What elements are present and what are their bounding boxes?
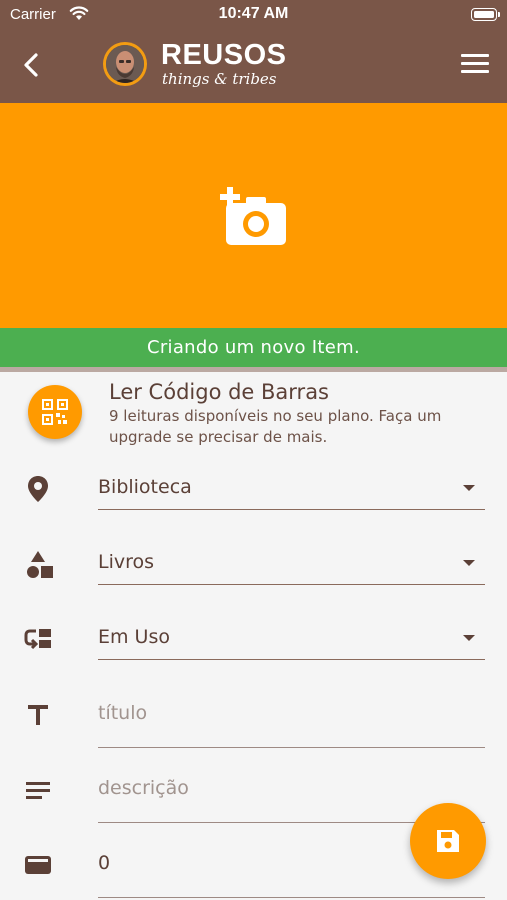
- chevron-down-icon: [463, 560, 475, 566]
- description-placeholder: descrição: [98, 777, 189, 799]
- status-bar: Carrier 10:47 AM: [0, 0, 507, 30]
- title-input[interactable]: título: [98, 696, 485, 748]
- menu-line: [461, 54, 489, 57]
- save-button[interactable]: [410, 803, 486, 879]
- user-photo: [106, 45, 144, 83]
- location-value: Biblioteca: [98, 476, 192, 498]
- chevron-down-icon: [463, 635, 475, 641]
- banner-divider: [0, 367, 507, 372]
- category-value: Livros: [98, 551, 155, 573]
- menu-line: [461, 62, 489, 65]
- add-camera-icon: [220, 187, 286, 245]
- qr-code-icon: [42, 399, 68, 425]
- barcode-title[interactable]: Ler Código de Barras: [109, 380, 329, 404]
- add-photo-button[interactable]: [218, 183, 288, 249]
- app-header: REUSOS things & tribes: [0, 30, 507, 103]
- hamburger-menu-button[interactable]: [461, 54, 489, 78]
- title-placeholder: título: [98, 702, 148, 724]
- location-pin-icon: [22, 472, 56, 506]
- back-button[interactable]: [14, 47, 50, 83]
- location-select[interactable]: Biblioteca: [98, 470, 485, 510]
- status-banner: Criando um novo Item.: [0, 328, 507, 367]
- floppy-disk-icon: [437, 830, 459, 852]
- price-value: 0: [98, 852, 111, 874]
- status-select[interactable]: Em Uso: [98, 620, 485, 660]
- text-lines-icon: [22, 774, 56, 808]
- battery-icon: [471, 8, 500, 21]
- category-shapes-icon: [22, 548, 56, 582]
- menu-line: [461, 70, 489, 73]
- clock: 10:47 AM: [218, 5, 289, 22]
- chevron-down-icon: [463, 485, 475, 491]
- brand-subtitle: things & tribes: [162, 70, 277, 88]
- chevron-left-icon: [24, 53, 38, 77]
- photo-area[interactable]: [0, 103, 507, 328]
- brand-title: REUSOS: [161, 39, 287, 71]
- barcode-description: 9 leituras disponíveis no seu plano. Faç…: [109, 407, 442, 446]
- text-title-icon: [22, 699, 56, 733]
- scan-barcode-button[interactable]: [28, 385, 82, 439]
- status-swap-icon: [22, 623, 56, 657]
- status-value: Em Uso: [98, 626, 170, 648]
- avatar[interactable]: [103, 42, 147, 86]
- wallet-icon: [22, 849, 56, 883]
- category-select[interactable]: Livros: [98, 545, 485, 585]
